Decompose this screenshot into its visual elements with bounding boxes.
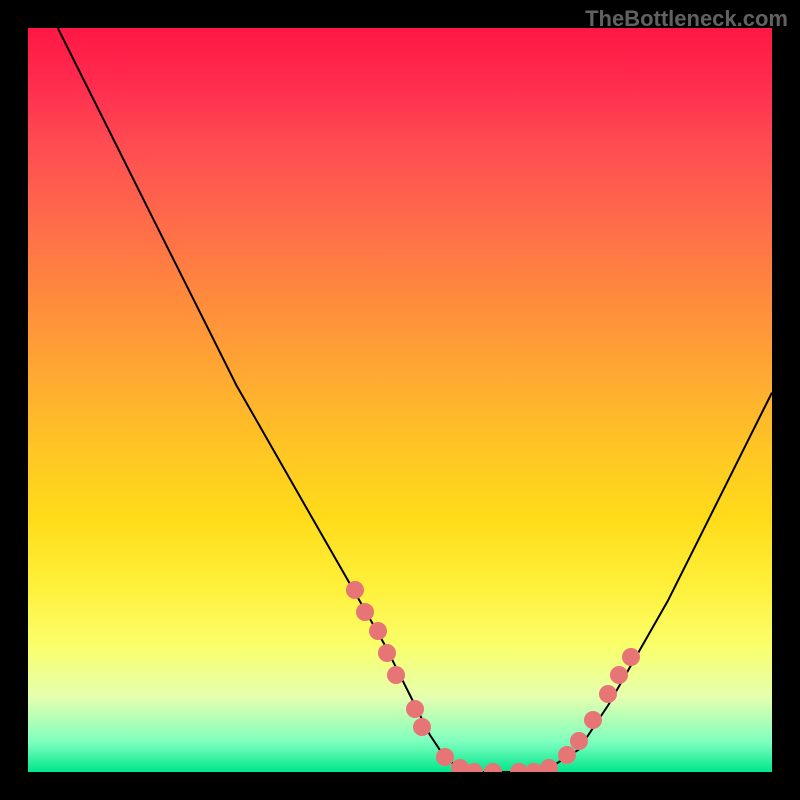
data-point-dot	[622, 648, 640, 666]
data-point-dot	[570, 732, 588, 750]
data-point-dot	[584, 711, 602, 729]
data-point-dot	[378, 644, 396, 662]
data-point-dot	[346, 581, 364, 599]
data-point-dot	[540, 759, 558, 772]
data-point-dot	[599, 685, 617, 703]
dots-layer	[28, 28, 772, 772]
data-point-dot	[484, 763, 502, 772]
data-point-dot	[413, 718, 431, 736]
data-point-dot	[465, 763, 483, 772]
data-point-dot	[387, 666, 405, 684]
data-point-dot	[356, 603, 374, 621]
data-point-dot	[369, 622, 387, 640]
chart-frame: TheBottleneck.com	[0, 0, 800, 800]
data-point-dot	[610, 666, 628, 684]
plot-area	[28, 28, 772, 772]
data-point-dot	[406, 700, 424, 718]
